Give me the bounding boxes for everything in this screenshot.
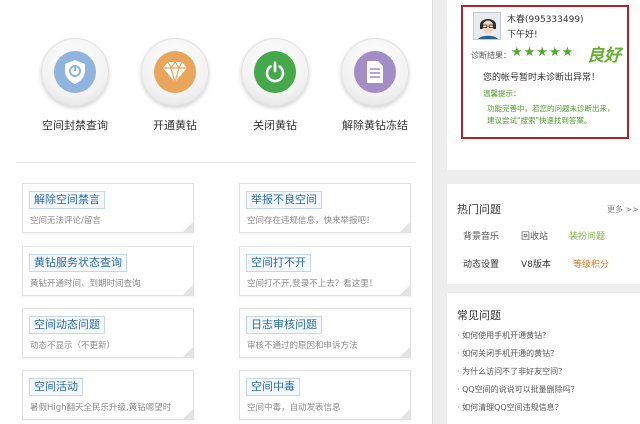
- card-desc: 空间存在违规信息，快来举报吧！: [247, 216, 375, 226]
- username: 木春(995333499): [507, 15, 584, 25]
- avatar[interactable]: [473, 12, 501, 40]
- tip-line: 功能完善中，若您的问题未诊断出来，: [487, 104, 615, 113]
- tip-label: 温馨提示：: [483, 89, 521, 98]
- diagnosis-result: 您的帐号暂时未诊断出异常！: [483, 73, 601, 83]
- star-rating-icon: ★★★★★: [511, 45, 575, 60]
- faq-item-text: 如何关闭手机开通的黄钻？: [462, 349, 559, 358]
- faq-item[interactable]: · 如何使用手机开通黄钻？: [457, 330, 550, 341]
- diagnosis-grade: 良好: [587, 46, 621, 66]
- card-desc: 空间无法评论/留言: [30, 216, 101, 226]
- card-space-events[interactable]: 空间活动 暑假High翻天全民乐升级,黄钻嗯望时: [22, 370, 194, 420]
- document-icon: [354, 51, 396, 93]
- feature-label: 解除黄钻冻结: [342, 119, 408, 132]
- diagnosis-label: 诊断结果：: [471, 51, 511, 60]
- hot-link[interactable]: 等级积分: [573, 257, 609, 270]
- feature-label: 空间封禁查询: [42, 119, 108, 132]
- feature-label: 开通黄钻: [153, 119, 197, 132]
- card-space-virus[interactable]: 空间中毒 空间中毒，自动发表信息: [239, 370, 411, 420]
- card-report-space[interactable]: 举报不良空间 空间存在违规信息，快来举报吧！: [239, 183, 411, 233]
- card-feed-issue[interactable]: 空间动态问题 动态不显示（不更新）: [22, 308, 194, 358]
- card-space-wont-open[interactable]: 空间打不开 空间打不开,登录不上去？看这里！: [239, 246, 411, 296]
- diagnosis-box: 木春(995333499) 下午好! 诊断结果： ★★★★★ 良好 您的帐号暂时…: [461, 5, 629, 139]
- card-desc: 审核不通过的原因和申诉方法: [247, 341, 358, 351]
- divider: [16, 162, 416, 163]
- hot-link[interactable]: 装扮问题: [569, 229, 605, 242]
- main-content: 空间封禁查询 开通黄钻 关闭黄钻 解除黄钻冻结 解除空间禁言 空间无法评论/留言…: [16, 0, 416, 424]
- card-title: 日志审核问题: [246, 316, 322, 334]
- faq-panel: 常见问题 · 如何使用手机开通黄钻？ · 如何关闭手机开通的黄钻？ · 为什么访…: [447, 293, 640, 424]
- card-title: 空间动态问题: [29, 316, 105, 334]
- page-fold-icon: [400, 347, 410, 357]
- page-fold-icon: [183, 409, 193, 419]
- hot-title: 热门问题: [457, 203, 501, 216]
- diagnosis-panel: 木春(995333499) 下午好! 诊断结果： ★★★★★ 良好 您的帐号暂时…: [447, 0, 640, 170]
- card-vip-status[interactable]: 黄钻服务状态查询 黄钻开通时间、到期时间查询: [22, 246, 194, 296]
- card-title: 空间中毒: [246, 378, 300, 396]
- feature-unfreeze-vip[interactable]: 解除黄钻冻结: [330, 38, 420, 133]
- hot-link[interactable]: V8版本: [521, 257, 551, 270]
- faq-item-text: QQ空间的说说可以批量删除吗？: [462, 385, 579, 394]
- feature-ban-query[interactable]: 空间封禁查询: [30, 38, 120, 133]
- faq-item-text: 如何使用手机开通黄钻？: [462, 331, 551, 340]
- page-fold-icon: [183, 222, 193, 232]
- feature-open-vip[interactable]: 开通黄钻: [130, 38, 220, 133]
- faq-item[interactable]: · 如何关闭手机开通的黄钻？: [457, 348, 558, 359]
- card-title: 解除空间禁言: [29, 191, 105, 209]
- card-title: 空间活动: [29, 378, 83, 396]
- shield-icon: [54, 51, 96, 93]
- feature-circle: [141, 38, 209, 106]
- card-title: 空间打不开: [246, 254, 311, 272]
- faq-item[interactable]: · QQ空间的说说可以批量删除吗？: [457, 384, 579, 395]
- feature-circle: [41, 38, 109, 106]
- hot-link[interactable]: 背景音乐: [463, 229, 499, 242]
- card-desc: 动态不显示（不更新）: [30, 341, 116, 351]
- card-title: 举报不良空间: [246, 191, 322, 209]
- diamond-icon: [154, 51, 196, 93]
- faq-item-text: 如何清理QQ空间违规信息？: [462, 403, 563, 412]
- card-title: 黄钻服务状态查询: [29, 254, 127, 272]
- faq-item-text: 为什么访问不了非好友空间？: [462, 367, 567, 376]
- faq-item[interactable]: · 为什么访问不了非好友空间？: [457, 366, 566, 377]
- page-fold-icon: [183, 347, 193, 357]
- card-desc: 空间中毒，自动发表信息: [247, 403, 341, 413]
- page-fold-icon: [400, 409, 410, 419]
- card-desc: 黄钻开通时间、到期时间查询: [30, 279, 141, 289]
- more-link[interactable]: 更多 >>: [607, 204, 639, 215]
- main-panel: 空间封禁查询 开通黄钻 关闭黄钻 解除黄钻冻结 解除空间禁言 空间无法评论/留言…: [0, 0, 433, 424]
- card-desc: 空间打不开,登录不上去？看这里！: [247, 279, 378, 289]
- card-unmute-space[interactable]: 解除空间禁言 空间无法评论/留言: [22, 183, 194, 233]
- hot-questions-panel: 热门问题 更多 >> 背景音乐 回收站 装扮问题 动态设置 V8版本 等级积分: [447, 184, 640, 284]
- feature-close-vip[interactable]: 关闭黄钻: [230, 38, 320, 133]
- faq-item[interactable]: · 如何清理QQ空间违规信息？: [457, 402, 563, 413]
- power-icon: [254, 51, 296, 93]
- page-fold-icon: [183, 285, 193, 295]
- card-desc: 暑假High翻天全民乐升级,黄钻嗯望时: [30, 403, 172, 413]
- card-blog-review[interactable]: 日志审核问题 审核不通过的原因和申诉方法: [239, 308, 411, 358]
- faq-title: 常见问题: [457, 309, 501, 322]
- hot-link[interactable]: 动态设置: [463, 257, 499, 270]
- feature-circle: [341, 38, 409, 106]
- page-fold-icon: [400, 222, 410, 232]
- page-fold-icon: [400, 285, 410, 295]
- feature-row: 空间封禁查询 开通黄钻 关闭黄钻 解除黄钻冻结: [16, 38, 416, 138]
- tip-line: 建议尝试"搜索"快速找到答案。: [487, 116, 592, 125]
- feature-label: 关闭黄钻: [253, 119, 297, 132]
- feature-circle: [241, 38, 309, 106]
- greeting: 下午好!: [507, 30, 538, 40]
- hot-link[interactable]: 回收站: [521, 229, 548, 242]
